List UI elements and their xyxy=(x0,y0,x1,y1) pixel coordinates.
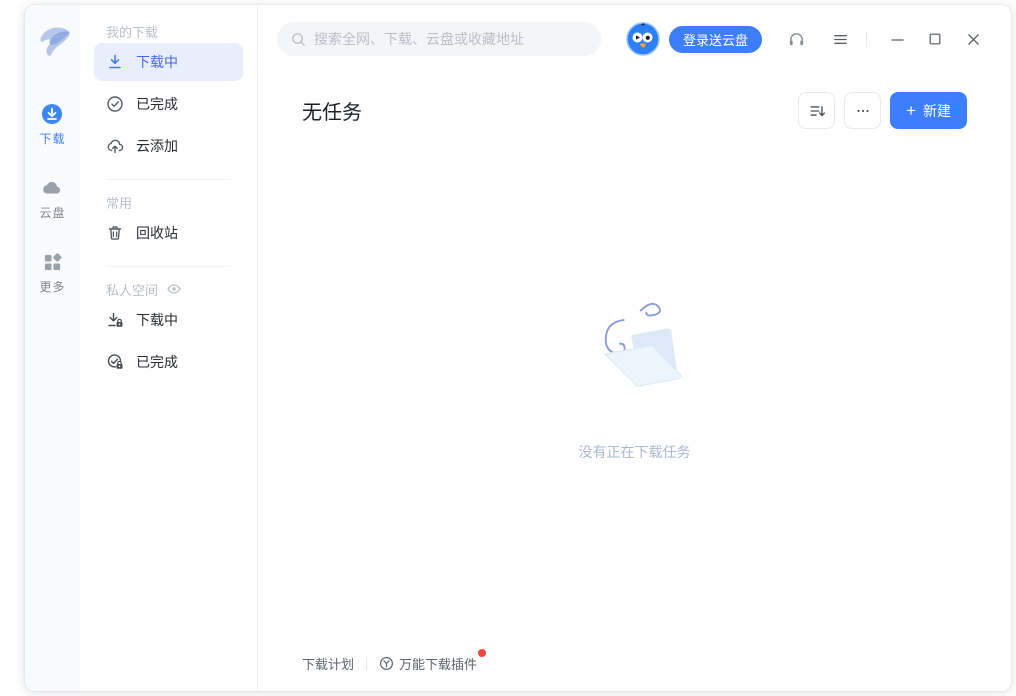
sidebar-section-common: 常用 xyxy=(94,194,243,210)
download-plan-label: 下载计划 xyxy=(302,654,354,673)
notification-badge xyxy=(478,649,486,657)
more-options-button[interactable] xyxy=(844,92,881,129)
hamburger-menu-icon[interactable] xyxy=(830,29,850,49)
login-button[interactable]: 登录送云盘 xyxy=(669,26,762,53)
rail-item-cloud-drive[interactable]: 云盘 xyxy=(39,177,65,221)
sidebar-item-label: 云添加 xyxy=(136,136,178,156)
empty-state-text: 没有正在下载任务 xyxy=(569,442,701,462)
eye-icon[interactable] xyxy=(166,281,182,297)
sidebar-item-label: 回收站 xyxy=(136,223,178,243)
sidebar-item-recycle-bin[interactable]: 回收站 xyxy=(94,214,243,252)
sidebar-divider xyxy=(106,179,231,180)
close-button[interactable] xyxy=(965,31,981,47)
empty-folder-illustration xyxy=(569,297,701,411)
download-plan-link[interactable]: 下载计划 xyxy=(302,654,354,673)
plugin-icon xyxy=(379,656,394,671)
sort-button[interactable] xyxy=(798,92,835,129)
xunlei-app-window: 下载 云盘 更多 xyxy=(25,5,1011,691)
search-icon xyxy=(291,32,306,47)
section-header-label: 私人空间 xyxy=(106,280,158,299)
sidebar-item-label: 已完成 xyxy=(136,352,178,372)
sidebar-item-label: 下载中 xyxy=(136,310,178,330)
page-title: 无任务 xyxy=(302,96,362,125)
main-panel: 登录送云盘 xyxy=(258,5,1011,691)
headset-support-icon[interactable] xyxy=(786,29,806,49)
sidebar: 我的下载 下载中 已完成 xyxy=(80,5,258,691)
search-bar[interactable] xyxy=(277,22,601,56)
downloading-lock-icon xyxy=(106,311,124,329)
grid-icon xyxy=(41,251,63,273)
footer-bar: 下载计划 万能下载插件 xyxy=(302,654,477,673)
sidebar-item-private-completed[interactable]: 已完成 xyxy=(94,343,243,381)
download-circle-icon xyxy=(41,103,63,125)
check-lock-icon xyxy=(106,353,124,371)
section-header-label: 我的下载 xyxy=(106,22,158,41)
sidebar-item-cloud-add[interactable]: 云添加 xyxy=(94,127,243,165)
cloud-icon xyxy=(41,177,63,199)
sidebar-item-completed[interactable]: 已完成 xyxy=(94,85,243,123)
rail-item-more[interactable]: 更多 xyxy=(39,251,65,295)
sidebar-section-my-downloads: 我的下载 xyxy=(94,23,243,39)
rail-item-label: 云盘 xyxy=(39,204,65,221)
cloud-add-icon xyxy=(106,137,124,155)
empty-state: 没有正在下载任务 xyxy=(569,297,701,462)
sidebar-item-private-downloading[interactable]: 下载中 xyxy=(94,301,243,339)
search-input[interactable] xyxy=(314,31,587,47)
check-circle-icon xyxy=(106,95,124,113)
universal-plugin-link[interactable]: 万能下载插件 xyxy=(379,654,477,673)
sidebar-item-label: 下载中 xyxy=(136,52,178,72)
top-bar: 登录送云盘 xyxy=(258,5,1011,56)
trash-icon xyxy=(106,224,124,242)
sidebar-section-private-space: 私人空间 xyxy=(94,281,243,297)
rail-item-label: 下载 xyxy=(39,130,65,147)
content-header: 无任务 + 新建 xyxy=(258,92,1011,129)
avatar[interactable] xyxy=(626,22,660,56)
desktop-background: 下载 云盘 更多 xyxy=(0,0,1016,696)
rail-item-label: 更多 xyxy=(39,278,65,295)
plugin-label: 万能下载插件 xyxy=(399,654,477,673)
maximize-button[interactable] xyxy=(927,31,943,47)
sidebar-divider xyxy=(106,266,231,267)
left-rail: 下载 云盘 更多 xyxy=(25,5,80,691)
minimize-button[interactable] xyxy=(889,31,905,47)
footer-separator xyxy=(366,657,367,670)
sidebar-item-downloading[interactable]: 下载中 xyxy=(94,43,243,81)
downloading-icon xyxy=(106,53,124,71)
xunlei-logo-icon xyxy=(31,21,75,65)
new-task-button[interactable]: + 新建 xyxy=(890,92,967,129)
rail-item-download[interactable]: 下载 xyxy=(39,103,65,147)
new-task-label: 新建 xyxy=(923,101,951,121)
section-header-label: 常用 xyxy=(106,193,132,212)
sidebar-item-label: 已完成 xyxy=(136,94,178,114)
plus-icon: + xyxy=(906,102,916,119)
topbar-separator xyxy=(866,31,867,47)
top-right-cluster: 登录送云盘 xyxy=(626,22,981,56)
header-actions: + 新建 xyxy=(798,92,967,129)
